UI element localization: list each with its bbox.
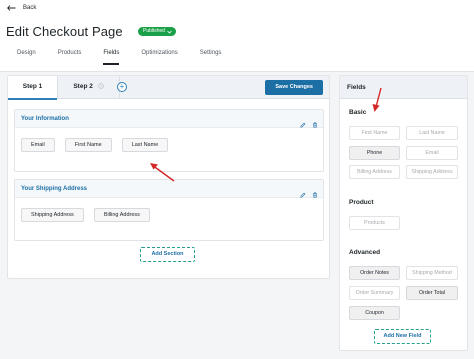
field-button-products[interactable]: Products — [349, 216, 400, 230]
tab-products[interactable]: Products — [47, 45, 93, 72]
step-2-tab[interactable]: Step 2 — [58, 76, 120, 99]
edit-icon[interactable] — [300, 185, 306, 203]
back-link[interactable]: Back — [7, 5, 36, 11]
group-title-basic: Basic — [349, 109, 367, 116]
chevron-down-icon — [167, 30, 172, 34]
add-step-button[interactable]: + — [117, 82, 127, 92]
edit-icon[interactable] — [300, 115, 306, 133]
add-new-field-button[interactable]: Add New Field — [374, 329, 431, 344]
field-chip-shipping-address[interactable]: Shipping Address — [21, 208, 84, 222]
field-chip-email[interactable]: Email — [21, 138, 55, 152]
group-title-advanced: Advanced — [349, 249, 381, 256]
section-title: Your Shipping Address — [21, 186, 88, 192]
field-button-last-name[interactable]: Last Name — [406, 126, 458, 140]
field-button-coupon[interactable]: Coupon — [349, 306, 400, 320]
tab-settings[interactable]: Settings — [189, 45, 233, 72]
field-chip-first-name[interactable]: First Name — [64, 138, 112, 152]
field-button-shipping-address[interactable]: Shipping Address — [406, 165, 458, 179]
field-button-order-summary[interactable]: Order Summary — [349, 286, 400, 300]
section-fields: Shipping Address Billing Address — [15, 198, 323, 222]
field-button-billing-address[interactable]: Billing Address — [349, 165, 400, 179]
arrow-left-icon — [7, 5, 16, 11]
trash-icon[interactable] — [312, 185, 318, 203]
status-badge-label: Published — [143, 28, 165, 34]
field-button-order-total[interactable]: Order Total — [406, 286, 458, 300]
section-header: Your Information — [15, 110, 323, 128]
section-actions — [300, 185, 318, 203]
section-actions — [300, 115, 318, 133]
field-button-email[interactable]: Email — [406, 146, 458, 160]
add-section-button[interactable]: Add Section — [140, 247, 195, 262]
annotation-arrow-basic — [372, 87, 382, 112]
tab-design[interactable]: Design — [0, 45, 47, 72]
fields-panel: Fields Basic First Name Last Name Phone … — [339, 75, 468, 351]
back-label: Back — [23, 5, 37, 11]
step-1-tab[interactable]: Step 1 — [8, 76, 58, 100]
tab-optimizations[interactable]: Optimizations — [130, 45, 188, 72]
tab-fields[interactable]: Fields — [92, 45, 130, 72]
status-badge[interactable]: Published — [138, 27, 176, 36]
group-title-product: Product — [349, 199, 374, 206]
save-changes-button[interactable]: Save Changes — [265, 80, 323, 95]
field-button-shipping-method[interactable]: Shipping Method — [406, 266, 458, 280]
step-bar: Step 1 Step 2 + Save Changes — [8, 76, 329, 100]
section-title: Your Information — [21, 116, 69, 122]
panel-title: Fields — [340, 76, 467, 99]
step-2-label: Step 2 — [73, 83, 93, 90]
clock-icon — [97, 83, 104, 89]
annotation-arrow-builder — [150, 163, 175, 182]
field-button-first-name[interactable]: First Name — [349, 126, 400, 140]
field-button-order-notes[interactable]: Order Notes — [349, 266, 400, 280]
field-chip-last-name[interactable]: Last Name — [121, 138, 169, 152]
trash-icon[interactable] — [312, 115, 318, 133]
section-fields: Email First Name Last Name — [15, 128, 323, 152]
page-title: Edit Checkout Page — [6, 24, 123, 39]
page-tabs: Design Products Fields Optimizations Set… — [0, 45, 232, 72]
section-your-shipping-address: Your Shipping Address Shipping Address B… — [14, 179, 324, 241]
field-chip-billing-address[interactable]: Billing Address — [93, 208, 150, 222]
field-button-phone[interactable]: Phone — [349, 146, 400, 160]
page-header: Back Edit Checkout Page Published Design… — [0, 0, 474, 72]
